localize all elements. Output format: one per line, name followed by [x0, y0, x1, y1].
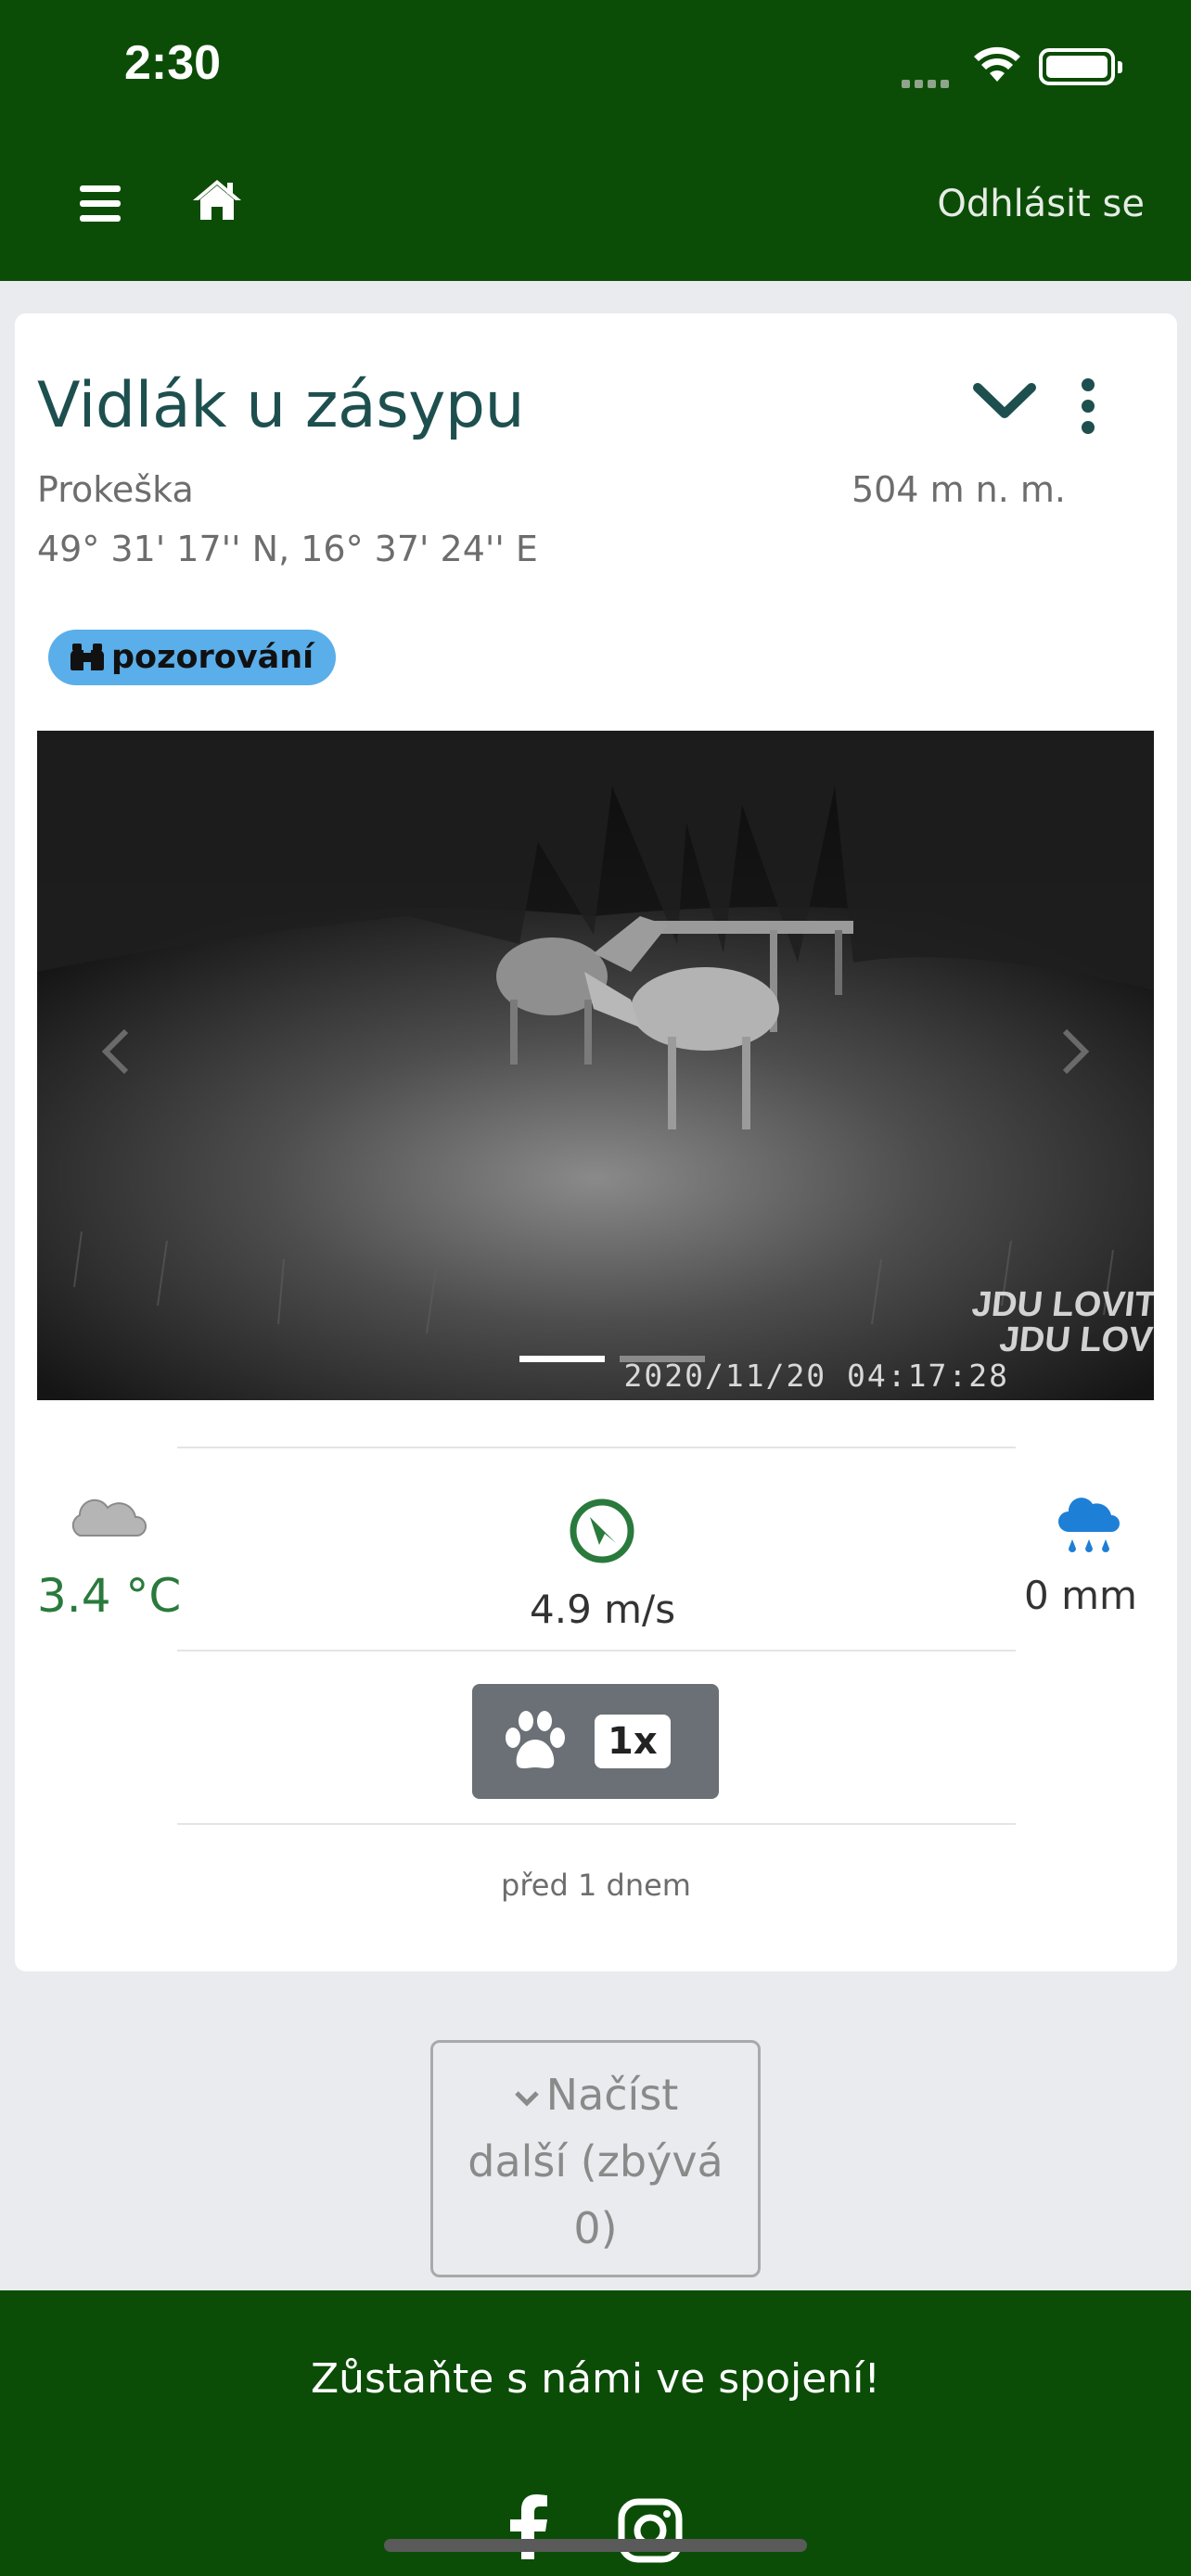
battery-icon	[1039, 48, 1122, 85]
binoculars-icon	[70, 644, 104, 670]
trail-camera-photo[interactable]: JDU LOVIT JDU LOV 2020/11/20 04:17:28	[37, 731, 1154, 1400]
status-time: 2:30	[124, 36, 222, 90]
observation-type-badge: pozorování	[48, 630, 337, 685]
home-icon[interactable]	[191, 177, 243, 222]
gps-coordinates: 49° 31' 17'' N, 16° 37' 24'' E	[37, 529, 538, 569]
app-header: Odhlásit se	[0, 134, 1191, 281]
photo-timestamp: 2020/11/20 04:17:28	[623, 1358, 1009, 1394]
precipitation-value: 0 mm	[1024, 1573, 1137, 1618]
more-options-icon[interactable]	[1082, 378, 1100, 442]
divider	[177, 1823, 1016, 1825]
place-title: Vidlák u zásypu	[37, 369, 525, 442]
owner-name: Prokeška	[37, 469, 194, 510]
altitude: 504 m n. m.	[851, 469, 1066, 510]
status-bar: 2:30	[0, 0, 1191, 134]
time-ago: před 1 dnem	[501, 1868, 691, 1903]
wifi-icon	[974, 46, 1020, 82]
rain-icon	[1058, 1498, 1120, 1552]
animal-count-chip[interactable]: 1x	[472, 1684, 719, 1799]
divider	[177, 1447, 1016, 1448]
logout-link[interactable]: Odhlásit se	[937, 183, 1145, 225]
next-photo-icon[interactable]	[1061, 1027, 1089, 1076]
instagram-icon[interactable]	[618, 2498, 683, 2563]
wind-direction-icon	[570, 1498, 634, 1563]
animal-count: 1x	[595, 1715, 671, 1768]
load-more-button[interactable]: Načíst další (zbývá 0)	[430, 2040, 761, 2277]
badge-label: pozorování	[111, 639, 314, 676]
wind-speed-value: 4.9 m/s	[530, 1587, 676, 1632]
cloud-icon	[71, 1498, 147, 1537]
hamburger-menu-icon[interactable]	[80, 185, 121, 223]
divider	[177, 1650, 1016, 1651]
cellular-signal-icon	[902, 74, 954, 92]
previous-photo-icon[interactable]	[102, 1027, 130, 1076]
carousel-indicator-active[interactable]	[519, 1356, 605, 1362]
footer-text: Zůstaňte s námi ve spojení!	[310, 2355, 881, 2403]
observation-card: Vidlák u zásypu Prokeška 504 m n. m. 49°…	[15, 313, 1177, 1971]
watermark-logo: JDU LOVIT JDU LOV	[969, 1285, 1154, 1359]
chevron-down-icon	[514, 2090, 539, 2107]
paw-icon	[506, 1711, 565, 1768]
home-indicator[interactable]	[384, 2539, 807, 2552]
temperature-value: 3.4 °C	[37, 1569, 182, 1623]
footer: Zůstaňte s námi ve spojení!	[0, 2290, 1191, 2576]
chevron-down-icon[interactable]	[972, 380, 1037, 423]
